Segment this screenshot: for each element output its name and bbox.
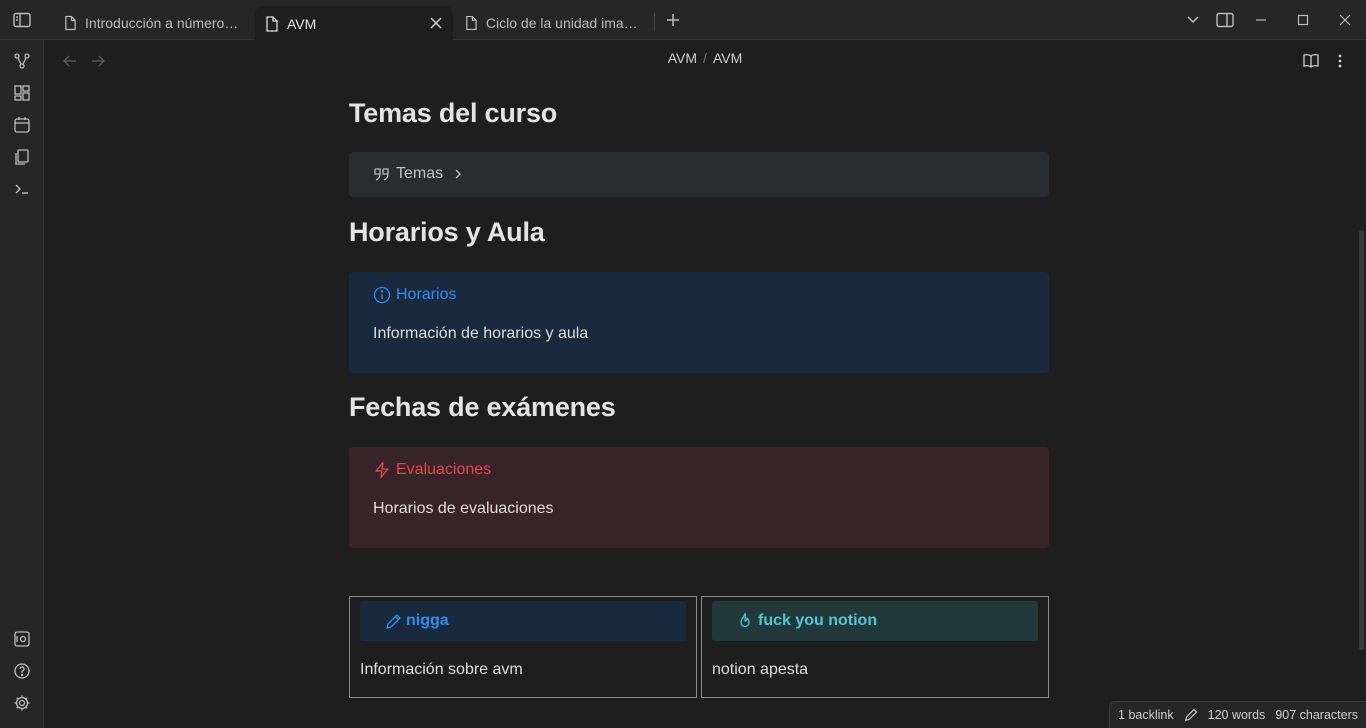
maximize-button[interactable] bbox=[1290, 8, 1316, 32]
chevron-down-icon bbox=[1187, 16, 1199, 24]
sidebar-right-icon bbox=[1216, 12, 1234, 28]
graph-view-button[interactable] bbox=[9, 48, 35, 74]
sidebar-left-icon bbox=[13, 12, 31, 28]
tab-introduccion[interactable]: Introducción a números c... bbox=[54, 6, 252, 40]
column-body-notion: notion apesta bbox=[712, 661, 809, 678]
terminal-icon bbox=[15, 184, 28, 194]
close-icon bbox=[430, 17, 442, 29]
sidebar-toggle-button[interactable] bbox=[0, 0, 44, 40]
file-icon bbox=[65, 15, 76, 31]
right-sidebar-toggle-button[interactable] bbox=[1212, 8, 1238, 32]
heading-temas: Temas del curso bbox=[349, 98, 558, 128]
callout-danger-evaluaciones: Evaluaciones Horarios de evaluaciones bbox=[349, 447, 1049, 548]
callout-quote-temas[interactable]: Temas bbox=[349, 152, 1049, 197]
breadcrumb-folder[interactable]: AVM bbox=[668, 50, 697, 66]
tab-label: AVM bbox=[287, 15, 317, 32]
callout-title-horarios: Horarios bbox=[396, 286, 457, 303]
command-palette-button[interactable] bbox=[9, 176, 35, 202]
column-title-notion: fuck you notion bbox=[758, 612, 878, 629]
callout-title-temas: Temas bbox=[396, 165, 444, 182]
callout-title-evaluaciones: Evaluaciones bbox=[396, 461, 492, 478]
editor-pane: AVM / AVM Temas del curso Temas Horarios y… bbox=[44, 40, 1366, 728]
tab-close-button[interactable] bbox=[427, 14, 445, 32]
heading-fechas: Fechas de exámenes bbox=[349, 392, 616, 422]
settings-button[interactable] bbox=[9, 690, 35, 716]
column-body-avm: Información sobre avm bbox=[360, 661, 523, 678]
calendar-icon bbox=[14, 117, 30, 133]
quote-icon bbox=[373, 165, 391, 183]
close-window-button[interactable] bbox=[1332, 8, 1358, 32]
zap-icon bbox=[373, 461, 391, 479]
status-bar: 1 backlink 120 words 907 characters bbox=[1109, 701, 1366, 728]
graph-icon bbox=[14, 53, 30, 69]
breadcrumb-file[interactable]: AVM bbox=[713, 50, 742, 66]
file-icon bbox=[266, 15, 278, 32]
canvas-button[interactable] bbox=[9, 80, 35, 106]
vault-switcher-button[interactable] bbox=[9, 626, 35, 652]
left-ribbon bbox=[0, 40, 44, 728]
tab-list-button[interactable] bbox=[1180, 8, 1206, 32]
plus-icon bbox=[667, 14, 679, 26]
edit-mode-toggle[interactable] bbox=[1184, 708, 1198, 722]
minimize-icon bbox=[1256, 19, 1266, 21]
scrollbar[interactable] bbox=[1359, 230, 1364, 650]
column-header-avm: nigga bbox=[360, 601, 686, 641]
files-icon bbox=[15, 149, 29, 165]
column-title-avm: nigga bbox=[406, 612, 449, 629]
tab-label: Ciclo de la unidad imagin... bbox=[485, 15, 641, 31]
info-icon bbox=[373, 286, 391, 304]
gear-icon bbox=[14, 695, 30, 711]
pencil-icon bbox=[384, 612, 402, 630]
pencil-icon bbox=[1184, 708, 1197, 722]
help-icon bbox=[14, 663, 30, 679]
templates-button[interactable] bbox=[9, 144, 35, 170]
file-icon bbox=[466, 15, 477, 31]
book-open-icon bbox=[1303, 54, 1319, 68]
more-vertical-icon bbox=[1338, 54, 1342, 68]
column-avm: nigga Información sobre avm bbox=[349, 596, 697, 698]
tab-separator bbox=[654, 13, 655, 31]
new-tab-button[interactable] bbox=[660, 8, 686, 32]
close-icon bbox=[1339, 14, 1351, 26]
maximize-icon bbox=[1297, 14, 1309, 26]
layout-dashboard-icon bbox=[14, 85, 30, 101]
reading-view-button[interactable] bbox=[1298, 48, 1324, 74]
tab-ciclo[interactable]: Ciclo de la unidad imagin... bbox=[455, 6, 651, 40]
vault-icon bbox=[14, 631, 30, 647]
chevron-right-icon[interactable] bbox=[449, 165, 467, 183]
breadcrumb-separator: / bbox=[703, 50, 707, 66]
breadcrumb: AVM / AVM bbox=[44, 50, 1366, 66]
daily-note-button[interactable] bbox=[9, 112, 35, 138]
flame-icon bbox=[736, 612, 754, 630]
callout-info-horarios: Horarios Información de horarios y aula bbox=[349, 272, 1049, 373]
help-button[interactable] bbox=[9, 658, 35, 684]
backlink-count[interactable]: 1 backlink bbox=[1118, 708, 1174, 722]
heading-horarios: Horarios y Aula bbox=[349, 217, 545, 247]
title-bar: Introducción a números c... AVM Ciclo de… bbox=[0, 0, 1366, 41]
column-notion: fuck you notion notion apesta bbox=[701, 596, 1049, 698]
minimize-button[interactable] bbox=[1248, 8, 1274, 32]
callout-body-horarios: Información de horarios y aula bbox=[373, 325, 589, 342]
tab-label: Introducción a números c... bbox=[85, 15, 242, 31]
callout-body-evaluaciones: Horarios de evaluaciones bbox=[373, 500, 554, 517]
character-count: 907 characters bbox=[1275, 708, 1358, 722]
word-count: 120 words bbox=[1207, 708, 1266, 722]
more-options-button[interactable] bbox=[1327, 48, 1353, 74]
tab-avm[interactable]: AVM bbox=[255, 6, 453, 41]
column-header-notion: fuck you notion bbox=[712, 601, 1038, 641]
